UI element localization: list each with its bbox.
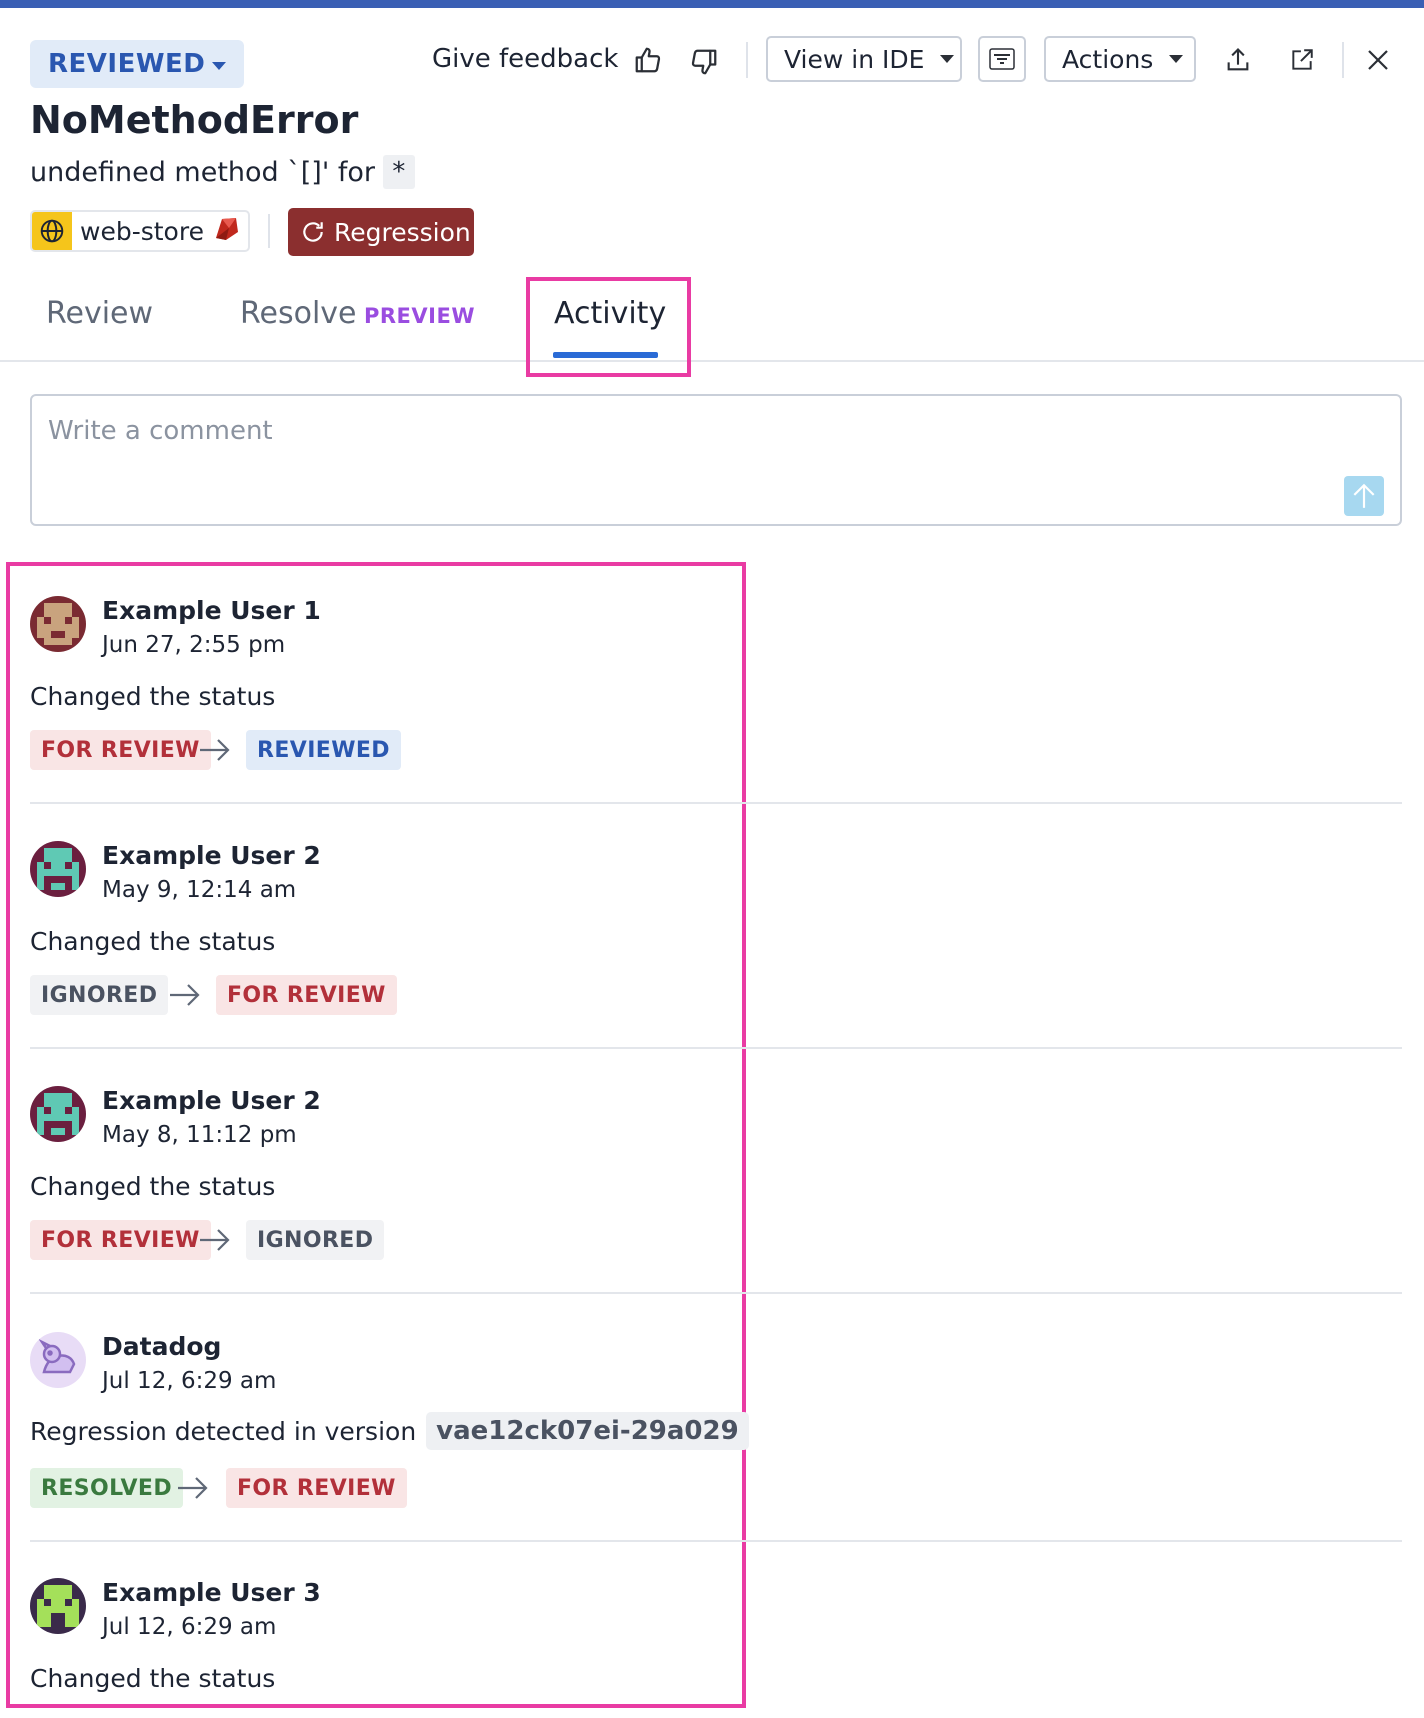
thumbs-up-button[interactable] [628,40,668,80]
activity-divider [30,1292,1402,1294]
activity-user: Example User 2 [102,1086,321,1115]
globe-icon [32,212,72,250]
close-icon [1368,50,1388,70]
regression-label: Regression [334,217,471,247]
arrow-up-icon [1353,483,1375,508]
header-divider [746,42,748,78]
preview-badge: PREVIEW [364,304,475,328]
status-pill-from: FOR REVIEW [30,1220,211,1260]
filter-button[interactable] [978,36,1026,82]
activity-message: Regression detected in version vae12ck07… [30,1412,749,1450]
avatar [30,596,86,652]
datadog-avatar [30,1332,86,1388]
header-divider [1342,42,1344,78]
status-pill-from: FOR REVIEW [30,730,211,770]
chevron-down-icon [212,62,226,70]
actions-label: Actions [1062,44,1154,74]
activity-time: May 8, 11:12 pm [102,1122,297,1148]
upload-icon [1227,48,1249,71]
chevron-down-icon [940,55,955,63]
tag-divider [268,214,270,248]
tab-resolve[interactable]: Resolve [240,296,356,331]
give-feedback-label: Give feedback [432,44,619,74]
issue-subtitle-code: * [382,155,415,189]
refresh-icon [303,222,323,242]
status-dropdown[interactable]: REVIEWED [30,40,244,88]
status-pill-to: IGNORED [246,1220,385,1260]
ruby-icon [212,216,240,246]
activity-message-text: Regression detected in version [30,1416,417,1446]
comment-input[interactable]: Write a comment [30,394,1402,526]
arrow-right-icon [178,1477,208,1499]
avatar [30,841,86,897]
avatar [30,1578,86,1634]
status-pill-to: FOR REVIEW [226,1468,407,1508]
send-comment-button[interactable] [1344,476,1384,516]
arrow-right-icon [170,984,200,1006]
activity-message: Changed the status [30,1664,276,1693]
open-external-button[interactable] [1284,40,1320,80]
status-dropdown-label: REVIEWED [48,49,206,79]
status-pill-from: IGNORED [30,975,169,1015]
activity-time: Jul 12, 6:29 am [102,1368,277,1394]
service-name: web-store [80,216,204,246]
avatar [30,1086,86,1142]
activity-divider [30,1540,1402,1542]
activity-message: Changed the status [30,1172,276,1201]
activity-user: Datadog [102,1332,222,1361]
activity-user: Example User 3 [102,1578,321,1607]
version-tag: vae12ck07ei-29a029 [426,1412,749,1450]
activity-message: Changed the status [30,682,276,711]
status-pill-to: REVIEWED [246,730,401,770]
issue-subtitle-text: undefined method `[]' for [30,156,375,188]
thumbs-up-icon [635,47,661,73]
tabs-divider [0,360,1424,362]
service-tag[interactable]: web-store [30,210,250,252]
view-in-ide-button[interactable]: View in IDE [766,36,962,82]
actions-button[interactable]: Actions [1044,36,1196,82]
activity-time: Jun 27, 2:55 pm [102,632,286,658]
chevron-down-icon [1169,55,1184,63]
activity-divider [30,802,1402,804]
top-accent-bar [0,0,1424,8]
issue-title: NoMethodError [30,98,359,142]
activity-user: Example User 1 [102,596,321,625]
external-link-icon [1292,49,1313,70]
filter-lines-icon [989,48,1015,70]
activity-user: Example User 2 [102,841,321,870]
arrow-right-icon [200,739,230,761]
issue-subtitle: undefined method `[]' for * [30,155,415,189]
activity-time: Jul 12, 6:29 am [102,1614,277,1640]
regression-badge[interactable]: Regression [288,208,474,256]
activity-tab-highlight [526,277,691,377]
close-button[interactable] [1360,40,1396,80]
view-in-ide-label: View in IDE [784,44,925,74]
status-pill-from: RESOLVED [30,1468,184,1508]
activity-divider [30,1047,1402,1049]
activity-time: May 9, 12:14 am [102,877,297,903]
thumbs-down-icon [691,49,717,75]
arrow-right-icon [200,1229,230,1251]
tab-review[interactable]: Review [46,296,153,331]
comment-placeholder: Write a comment [48,416,273,446]
share-button[interactable] [1220,40,1256,80]
activity-message: Changed the status [30,927,276,956]
thumbs-down-button[interactable] [684,42,724,82]
status-pill-to: FOR REVIEW [216,975,397,1015]
